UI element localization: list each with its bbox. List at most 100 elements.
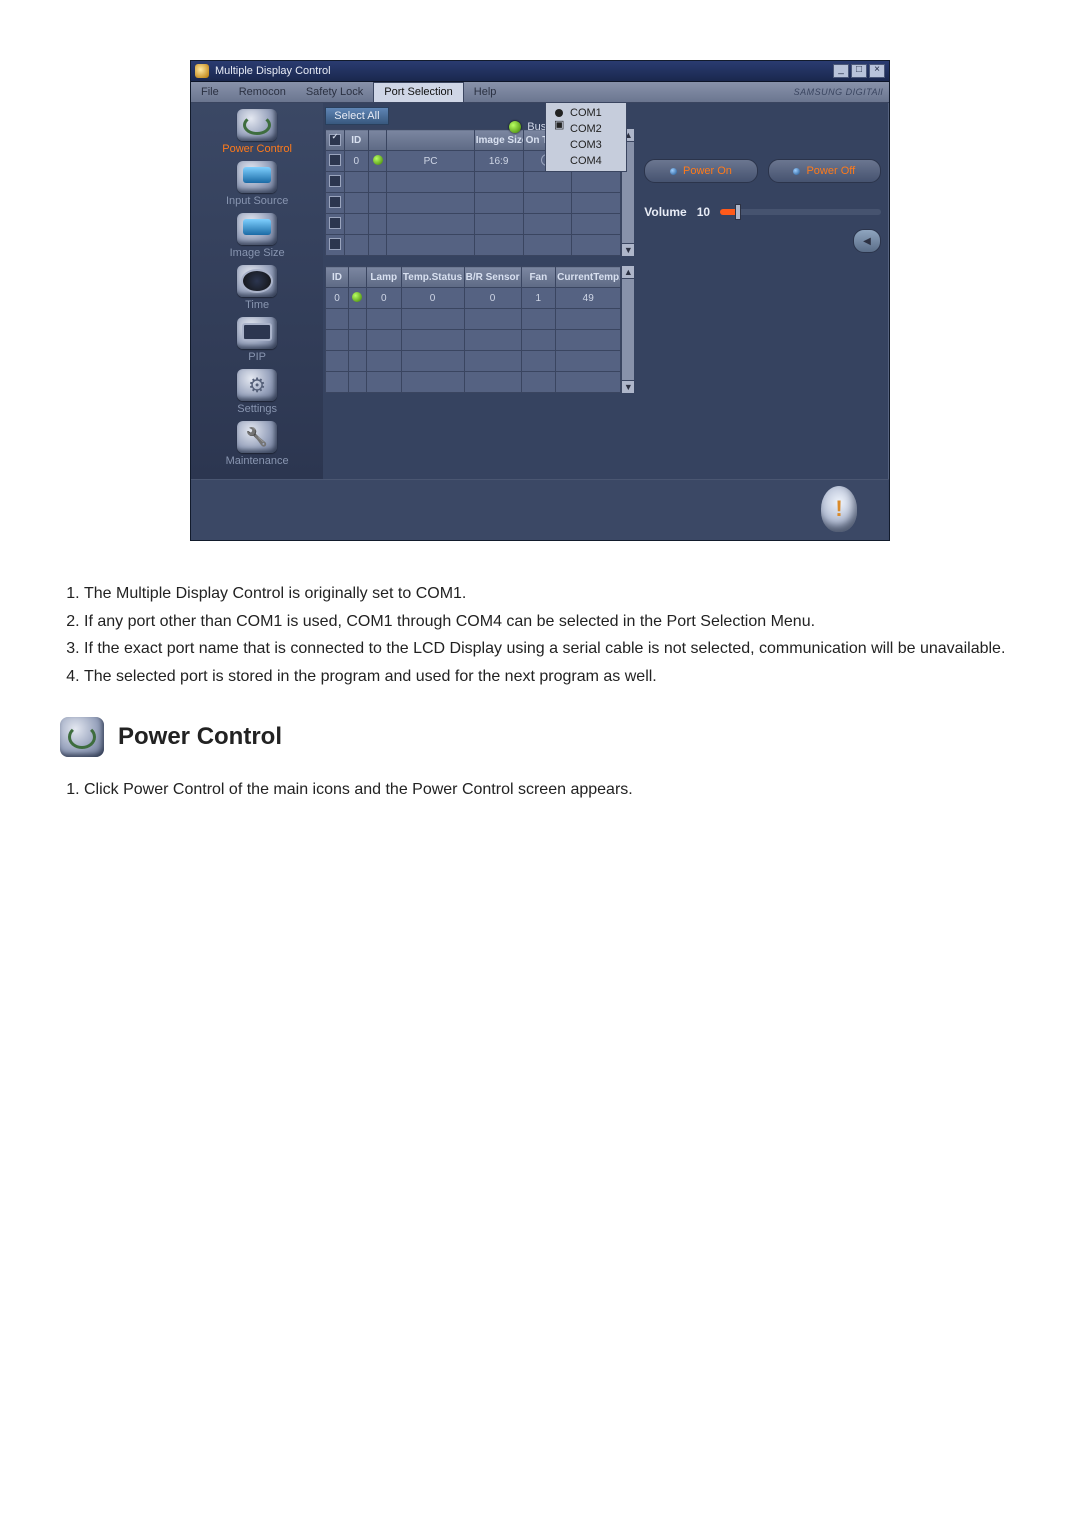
- list-item: Click Power Control of the main icons an…: [84, 779, 1020, 801]
- power-control-icon: [60, 717, 104, 757]
- menubar: File Remocon Safety Lock Port Selection …: [191, 82, 889, 103]
- sidebar-label: Time: [195, 299, 319, 311]
- port-selection-dropdown: ▣ COM1 COM2 COM3 COM4: [545, 102, 627, 172]
- power-off-label: Power Off: [806, 165, 855, 177]
- menu-safety-lock[interactable]: Safety Lock: [296, 82, 373, 102]
- app-window: Multiple Display Control _ □ × File Remo…: [190, 60, 890, 541]
- menu-port-selection[interactable]: Port Selection: [373, 82, 463, 102]
- cell-id: 0: [326, 288, 348, 309]
- sidebar-label: Image Size: [195, 247, 319, 259]
- menu-remocon[interactable]: Remocon: [229, 82, 296, 102]
- sidebar-label: PIP: [195, 351, 319, 363]
- cell-id: 0: [344, 151, 368, 172]
- col-lamp[interactable]: Lamp: [366, 267, 401, 288]
- maximize-button[interactable]: □: [851, 64, 867, 78]
- grid-row[interactable]: 0 0 0 0 1 49: [326, 288, 621, 309]
- statusbar: [191, 479, 889, 540]
- col-id[interactable]: ID: [326, 267, 348, 288]
- sidebar-item-maintenance[interactable]: Maintenance: [195, 421, 319, 467]
- sidebar-label: Input Source: [195, 195, 319, 207]
- instruction-list-2: Click Power Control of the main icons an…: [60, 779, 1020, 801]
- info-bulb-icon: [821, 486, 857, 532]
- port-option-com1[interactable]: ▣ COM1: [546, 105, 626, 121]
- cell-current-temp: 49: [556, 288, 621, 309]
- cell-temp-status: 0: [401, 288, 464, 309]
- busy-led-icon: [509, 121, 521, 133]
- grid-scrollbar[interactable]: ▲ ▼: [621, 266, 634, 393]
- port-option-com3[interactable]: COM3: [546, 137, 626, 153]
- brand-label: SAMSUNG DIGITAll: [794, 82, 883, 102]
- col-fan[interactable]: Fan: [521, 267, 556, 288]
- col-temp-status[interactable]: Temp.Status: [401, 267, 464, 288]
- maintenance-icon: [237, 421, 277, 453]
- sidebar-label: Power Control: [195, 143, 319, 155]
- list-item: The Multiple Display Control is original…: [84, 583, 1020, 605]
- menu-help[interactable]: Help: [464, 82, 507, 102]
- col-id[interactable]: ID: [344, 130, 368, 151]
- list-item: If the exact port name that is connected…: [84, 638, 1020, 660]
- sidebar-item-input-source[interactable]: Input Source: [195, 161, 319, 207]
- volume-slider[interactable]: [720, 209, 881, 215]
- col-status-icon: [348, 267, 366, 288]
- cell-input: PC: [387, 151, 474, 172]
- port-option-label: COM4: [570, 155, 602, 167]
- power-led-icon: [670, 168, 677, 175]
- grid-row-empty: [326, 193, 621, 214]
- select-all-button[interactable]: Select All: [325, 107, 388, 125]
- power-control-icon: [237, 109, 277, 141]
- mute-button[interactable]: [853, 229, 881, 253]
- grid-row-empty: [326, 172, 621, 193]
- col-current-temp[interactable]: CurrentTemp.: [556, 267, 621, 288]
- port-option-com2[interactable]: COM2: [546, 121, 626, 137]
- port-option-com4[interactable]: COM4: [546, 153, 626, 169]
- sidebar-item-pip[interactable]: PIP: [195, 317, 319, 363]
- col-check[interactable]: [326, 130, 344, 151]
- scroll-down-icon[interactable]: ▼: [622, 243, 634, 256]
- sidebar-item-time[interactable]: Time: [195, 265, 319, 311]
- grid-row-empty: [326, 372, 621, 393]
- cell-fan: 1: [521, 288, 556, 309]
- sidebar-label: Settings: [195, 403, 319, 415]
- power-led-icon: [793, 168, 800, 175]
- sidebar-label: Maintenance: [195, 455, 319, 467]
- status-grid: ID Lamp Temp.Status B/R Sensor Fan Curre…: [325, 266, 634, 393]
- status-led-icon: [352, 292, 362, 302]
- section-title: Power Control: [118, 723, 282, 751]
- scroll-down-icon[interactable]: ▼: [622, 380, 634, 393]
- app-icon: [195, 64, 209, 78]
- port-option-label: COM1: [570, 107, 602, 119]
- grid-row-empty: [326, 330, 621, 351]
- instruction-list-1: The Multiple Display Control is original…: [60, 583, 1020, 687]
- close-button[interactable]: ×: [869, 64, 885, 78]
- power-on-button[interactable]: Power On: [644, 159, 757, 183]
- sidebar-item-settings[interactable]: Settings: [195, 369, 319, 415]
- time-icon: [237, 265, 277, 297]
- row-checkbox[interactable]: [329, 154, 341, 166]
- volume-thumb[interactable]: [736, 205, 740, 219]
- grid-row-empty: [326, 235, 621, 256]
- sidebar-item-image-size[interactable]: Image Size: [195, 213, 319, 259]
- port-option-label: COM3: [570, 139, 602, 151]
- sidebar: Power Control Input Source Image Size Ti…: [191, 103, 323, 479]
- scroll-up-icon[interactable]: ▲: [622, 266, 634, 279]
- sidebar-item-power-control[interactable]: Power Control: [195, 109, 319, 155]
- section-heading: Power Control: [60, 717, 1020, 757]
- grid-row-empty: [326, 214, 621, 235]
- check-placeholder-icon: [554, 124, 564, 134]
- col-br-sensor[interactable]: B/R Sensor: [464, 267, 521, 288]
- settings-icon: [237, 369, 277, 401]
- col-status-icon: [368, 130, 386, 151]
- col-input: [387, 130, 474, 151]
- volume-label: Volume: [644, 205, 686, 219]
- list-item: The selected port is stored in the progr…: [84, 666, 1020, 688]
- menu-file[interactable]: File: [191, 82, 229, 102]
- input-source-icon: [237, 161, 277, 193]
- grid-row-empty: [326, 309, 621, 330]
- port-option-label: COM2: [570, 123, 602, 135]
- check-placeholder-icon: [554, 140, 564, 150]
- power-off-button[interactable]: Power Off: [768, 159, 881, 183]
- cell-br-sensor: 0: [464, 288, 521, 309]
- cell-image-size: 16:9: [474, 151, 523, 172]
- minimize-button[interactable]: _: [833, 64, 849, 78]
- window-title: Multiple Display Control: [215, 65, 833, 77]
